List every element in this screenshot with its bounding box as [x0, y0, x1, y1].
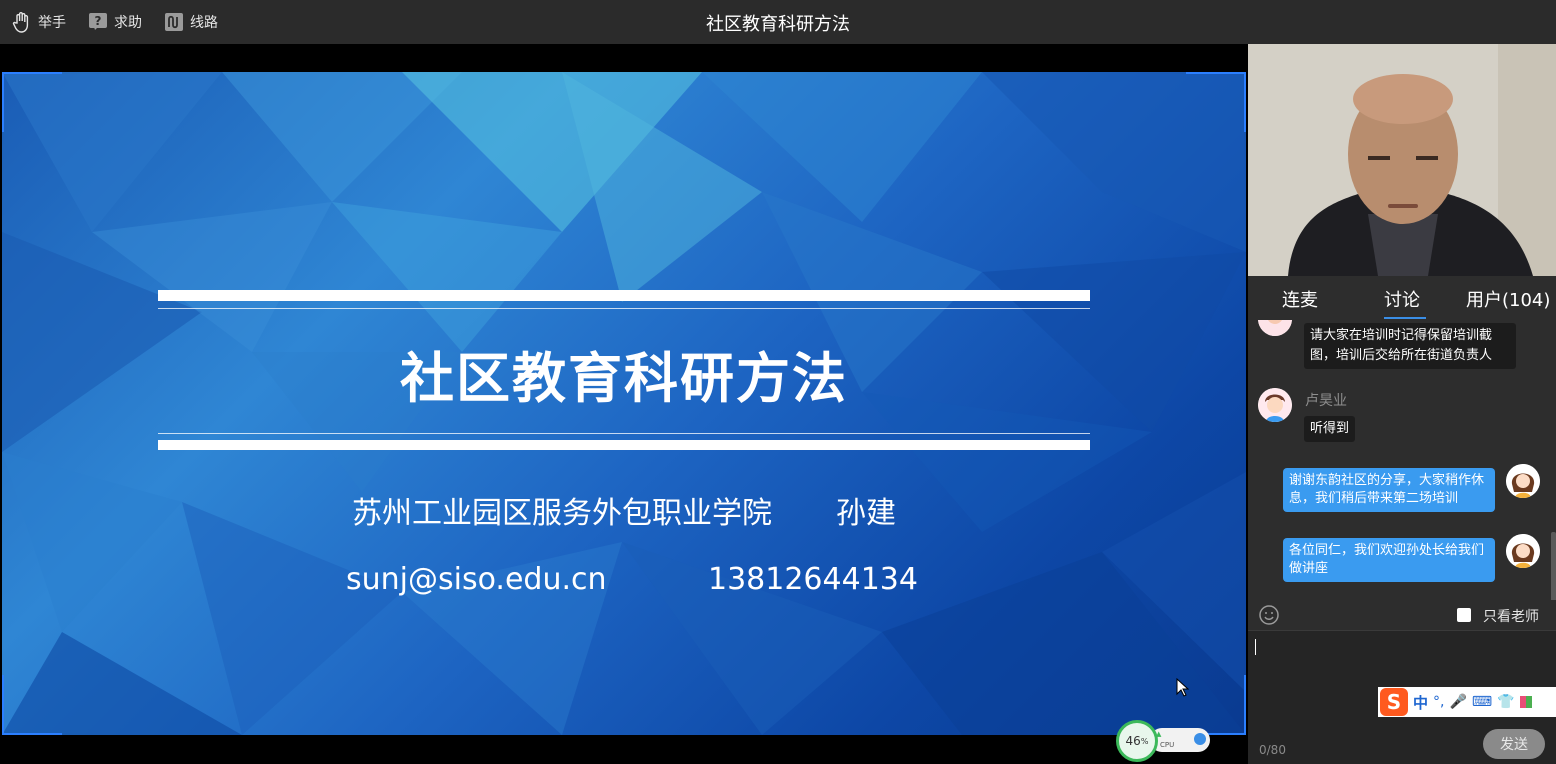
frame-corner: [1244, 72, 1246, 132]
teacher-only-checkbox[interactable]: [1457, 608, 1471, 622]
text-caret: [1255, 639, 1256, 655]
tab-discussion[interactable]: 讨论: [1384, 286, 1420, 312]
frame-corner: [2, 733, 62, 735]
chat-username: 卢昊业: [1305, 393, 1347, 409]
slide-top-rule: [158, 308, 1090, 309]
cpu-percent: 46: [1125, 734, 1141, 748]
teacher-video-frame: [1248, 44, 1556, 276]
chat-message: 请大家在培训时记得保留培训截图，培训后交给所在街道负责人: [1304, 323, 1516, 369]
teacher-video[interactable]: [1248, 44, 1556, 276]
ime-mode[interactable]: 中: [1413, 692, 1428, 713]
raise-hand-button[interactable]: 举手: [12, 10, 66, 34]
frame-corner: [1244, 675, 1246, 735]
send-button[interactable]: 发送: [1483, 729, 1545, 759]
tab-users[interactable]: 用户(104): [1466, 286, 1550, 312]
slide: 社区教育科研方法 苏州工业园区服务外包职业学院 孙建 sunj@siso.edu…: [2, 72, 1246, 735]
chat-message-self: 谢谢东韵社区的分享，大家稍作休息，我们稍后带来第二场培训: [1283, 468, 1495, 512]
cpu-pill: ▲ CPU: [1150, 728, 1210, 752]
slide-phone: 13812644134: [708, 562, 918, 597]
chat-message: 听得到: [1304, 416, 1356, 442]
microphone-icon[interactable]: 🎤: [1449, 694, 1466, 710]
cpu-percent-unit: %: [1140, 736, 1149, 746]
route-button[interactable]: 线路: [164, 10, 218, 34]
mouse-cursor-icon: [1176, 677, 1190, 702]
avatar: [1506, 464, 1540, 498]
chat-message-self: 各位同仁，我们欢迎孙处长给我们做讲座: [1283, 538, 1495, 582]
frame-corner: [2, 72, 62, 74]
cpu-label: CPU: [1160, 741, 1175, 749]
raise-hand-label: 举手: [38, 15, 66, 31]
hand-icon: [12, 12, 32, 33]
slide-presenter: 孙建: [836, 496, 896, 531]
avatar: [1258, 320, 1292, 336]
slide-institution: 苏州工业园区服务外包职业学院: [352, 496, 772, 531]
keyboard-icon[interactable]: ⌨: [1472, 694, 1492, 710]
active-tab-indicator: [1384, 317, 1426, 319]
tab-mic[interactable]: 连麦: [1282, 286, 1318, 312]
frame-corner: [2, 675, 4, 735]
chat-list[interactable]: 请大家在培训时记得保留培训截图，培训后交给所在街道负责人 卢昊业 听得到 谢谢东…: [1248, 320, 1556, 600]
svg-text:?: ?: [95, 14, 102, 28]
cpu-percent-circle: 46%: [1116, 720, 1158, 762]
frame-corner: [2, 72, 4, 132]
window-title: 社区教育科研方法: [706, 14, 850, 35]
slide-bottom-rule: [158, 433, 1090, 434]
help-label: 求助: [114, 15, 142, 31]
slide-bottom-bar: [158, 440, 1090, 450]
slide-title: 社区教育科研方法: [400, 347, 848, 410]
chat-input[interactable]: S 中 °, 🎤 ⌨ 👕 0/80 发送: [1248, 630, 1556, 764]
sogou-logo-icon: S: [1380, 688, 1408, 716]
punctuation-icon[interactable]: °,: [1433, 694, 1444, 710]
chat-scrollbar[interactable]: [1551, 532, 1556, 600]
emoji-icon[interactable]: [1258, 604, 1280, 630]
presentation-stage: 社区教育科研方法 苏州工业园区服务外包职业学院 孙建 sunj@siso.edu…: [0, 44, 1248, 763]
skin-icon[interactable]: 👕: [1497, 694, 1514, 710]
ime-toolbar[interactable]: S 中 °, 🎤 ⌨ 👕: [1378, 687, 1556, 717]
slide-top-bar: [158, 290, 1090, 301]
help-button[interactable]: ? 求助: [88, 10, 142, 34]
char-counter: 0/80: [1259, 743, 1286, 757]
network-icon: [1194, 733, 1206, 745]
cpu-monitor-widget[interactable]: ▲ CPU 46%: [1116, 720, 1212, 762]
avatar: [1506, 534, 1540, 568]
avatar: [1258, 388, 1292, 422]
route-label: 线路: [190, 15, 218, 31]
top-bar: 举手 ? 求助 线路 社区教育科研方法: [0, 0, 1556, 45]
chat-tools: 只看老师: [1248, 602, 1556, 630]
route-icon: [164, 12, 184, 32]
side-panel: 连麦 讨论 用户(104) 请大家在培训时记得保留培训截图，培训后交给所在街道负…: [1248, 276, 1556, 764]
toolbox-icon[interactable]: [1519, 696, 1532, 708]
frame-corner: [1186, 72, 1246, 74]
help-icon: ?: [88, 12, 108, 32]
slide-email: sunj@siso.edu.cn: [346, 562, 607, 597]
teacher-only-label: 只看老师: [1483, 609, 1539, 625]
